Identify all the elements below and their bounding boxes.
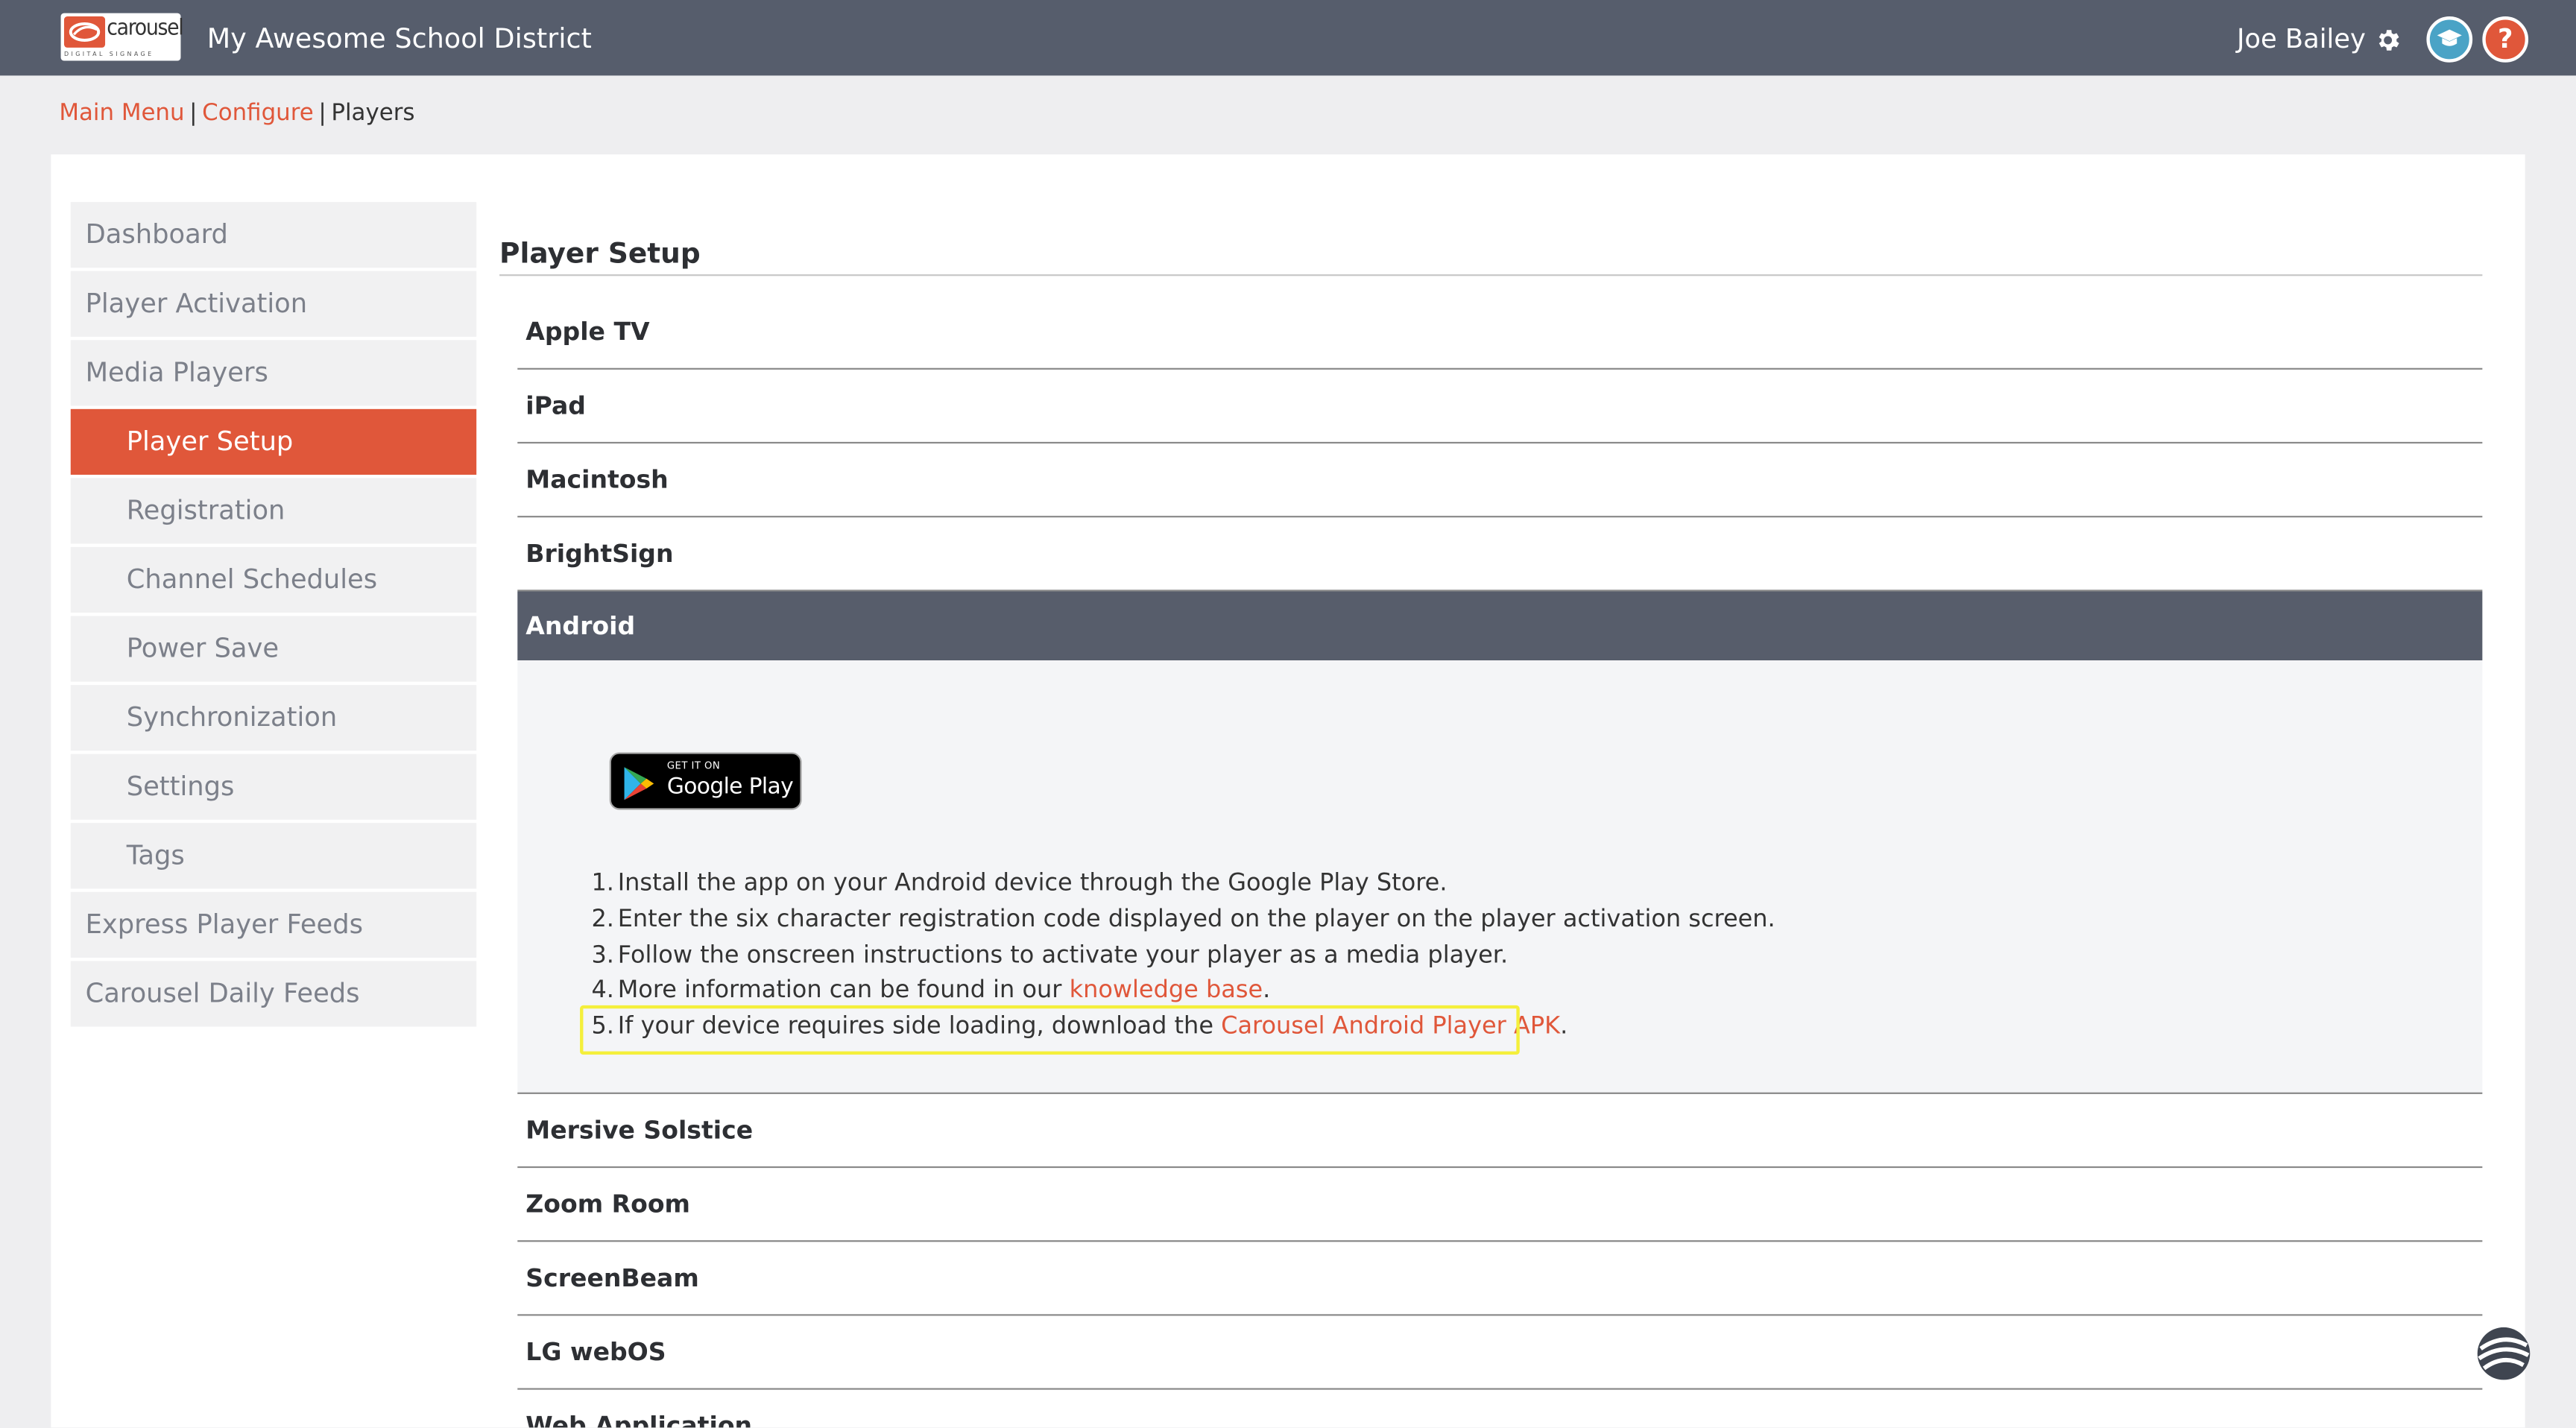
sidebar-item-power-save[interactable]: Power Save: [70, 616, 477, 682]
sidebar-item-player-setup[interactable]: Player Setup: [70, 408, 477, 475]
step-text: Follow the onscreen instructions to acti…: [617, 942, 1509, 969]
highlight-box: [580, 1005, 1520, 1055]
accordion-header-zoom-room[interactable]: Zoom Room: [517, 1168, 2483, 1242]
breadcrumb-current: Players: [331, 100, 415, 127]
sidebar-nav: Dashboard Player Activation Media Player…: [70, 202, 477, 1030]
title-divider: [499, 274, 2483, 277]
sidebar-item-registration[interactable]: Registration: [70, 478, 477, 544]
breadcrumb-configure[interactable]: Configure: [202, 100, 314, 126]
sidebar-item-channel-schedules[interactable]: Channel Schedules: [70, 546, 477, 613]
main-panel: Dashboard Player Activation Media Player…: [51, 154, 2525, 1428]
sidebar-item-express-player-feeds[interactable]: Express Player Feeds: [70, 891, 477, 958]
graduation-cap-icon: [2437, 29, 2462, 46]
sidebar-item-synchronization[interactable]: Synchronization: [70, 685, 477, 751]
list-item: 1. Install the app on your Android device…: [591, 868, 1775, 903]
sidebar-item-tags[interactable]: Tags: [70, 823, 477, 889]
sidebar-item-dashboard[interactable]: Dashboard: [70, 202, 477, 268]
accordion-header-android[interactable]: Android: [517, 591, 2483, 661]
knowledge-base-link[interactable]: knowledge base: [1070, 978, 1263, 1004]
step-text-end: .: [1560, 1014, 1568, 1040]
help-button[interactable]: ?: [2482, 16, 2529, 63]
accordion-header-lg-webos[interactable]: LG webOS: [517, 1315, 2483, 1390]
google-play-badge[interactable]: GET IT ON Google Play: [609, 752, 802, 810]
accordion: Apple TV iPad Macintosh BrightSign Andro…: [517, 296, 2483, 1427]
accordion-header-ipad[interactable]: iPad: [517, 370, 2483, 444]
page-title: Player Setup: [499, 238, 701, 271]
breadcrumb: Main Menu | Configure | Players: [59, 100, 414, 126]
step-text-end: .: [1263, 978, 1271, 1005]
gear-icon[interactable]: [2374, 26, 2402, 54]
breadcrumb-separator: |: [318, 100, 326, 127]
logo-wordmark: carousel: [107, 14, 183, 42]
logo-tagline: DIGITAL SIGNAGE: [63, 51, 154, 58]
step-number: 2.: [591, 906, 614, 933]
google-play-icon: [624, 767, 654, 800]
sidebar-item-carousel-daily-feeds[interactable]: Carousel Daily Feeds: [70, 961, 477, 1027]
accordion-header-apple-tv[interactable]: Apple TV: [517, 296, 2483, 370]
sidebar-item-player-activation[interactable]: Player Activation: [70, 271, 477, 337]
step-text: Install the app on your Android device t…: [617, 871, 1448, 897]
sidebar-item-media-players[interactable]: Media Players: [70, 340, 477, 406]
list-item: 3. Follow the onscreen instructions to ac…: [591, 939, 1775, 975]
accordion-header-screenbeam[interactable]: ScreenBeam: [517, 1242, 2483, 1316]
top-bar: carousel DIGITAL SIGNAGE My Awesome Scho…: [0, 0, 2576, 76]
google-play-badge-small-text: GET IT ON: [666, 760, 721, 772]
accordion-header-web-application[interactable]: Web Application: [517, 1390, 2482, 1427]
breadcrumb-main-menu[interactable]: Main Menu: [59, 100, 184, 126]
list-item: 2. Enter the six character registration c…: [591, 903, 1775, 939]
breadcrumb-separator: |: [189, 100, 198, 127]
step-text: More information can be found in our: [617, 978, 1070, 1005]
step-number: 1.: [591, 871, 614, 897]
app-title: My Awesome School District: [206, 22, 593, 54]
user-name[interactable]: Joe Bailey: [2237, 23, 2366, 54]
accordion-header-brightsign[interactable]: BrightSign: [517, 517, 2483, 592]
google-play-badge-big-text: Google Play: [666, 774, 794, 800]
carousel-logo-mark-icon: [63, 16, 106, 48]
training-button[interactable]: [2426, 16, 2473, 63]
carousel-logo[interactable]: carousel DIGITAL SIGNAGE: [60, 13, 184, 61]
globe-chat-icon[interactable]: [2474, 1324, 2533, 1383]
android-panel: GET IT ON Google Play 1. Install the app …: [517, 660, 2483, 1094]
accordion-header-mersive-solstice[interactable]: Mersive Solstice: [517, 1094, 2483, 1169]
sidebar-item-settings[interactable]: Settings: [70, 754, 477, 820]
step-number: 3.: [591, 942, 614, 969]
step-text: Enter the six character registration cod…: [617, 906, 1775, 933]
accordion-header-macintosh[interactable]: Macintosh: [517, 443, 2483, 518]
